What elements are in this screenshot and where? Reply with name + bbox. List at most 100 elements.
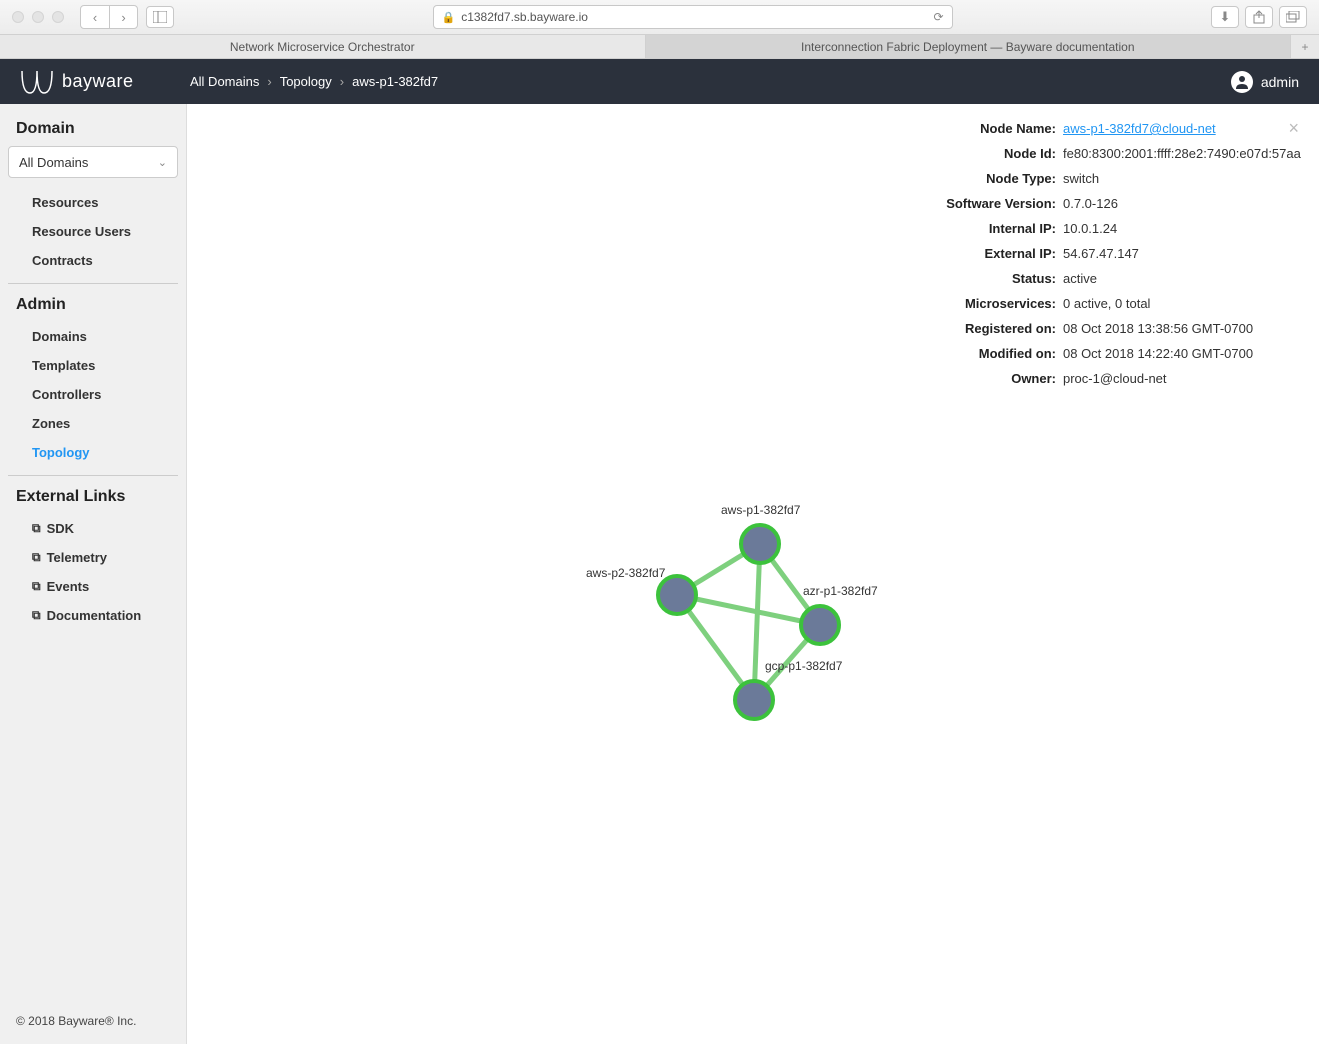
details-row: Node Type:switch (883, 166, 1303, 191)
domain-select[interactable]: All Domains ⌄ (8, 146, 178, 178)
external-link-icon: ⧉ (32, 550, 41, 565)
new-tab-button[interactable]: + (1291, 35, 1319, 58)
ext-link-events[interactable]: ⧉Events (0, 572, 186, 601)
topology-node-aws-p1[interactable]: aws-p1-382fd7 (739, 523, 781, 565)
downloads-button[interactable]: ⬇ (1211, 6, 1239, 28)
ext-link-documentation[interactable]: ⧉Documentation (0, 601, 186, 630)
username: admin (1261, 74, 1299, 90)
tabs-button[interactable] (1279, 6, 1307, 28)
logo-text: bayware (62, 71, 134, 92)
details-value: 0.7.0-126 (1063, 196, 1118, 211)
details-row: Software Version:0.7.0-126 (883, 191, 1303, 216)
logo-icon (20, 69, 54, 95)
sidebar-item-topology[interactable]: Topology (0, 438, 186, 467)
back-button[interactable]: ‹ (81, 6, 109, 28)
sidebar-item-resources[interactable]: Resources (0, 188, 186, 217)
details-row: Internal IP:10.0.1.24 (883, 216, 1303, 241)
breadcrumb-item-0[interactable]: All Domains (190, 74, 259, 89)
tab-label: Network Microservice Orchestrator (230, 40, 415, 54)
sidebar-toggle-button[interactable] (146, 6, 174, 28)
section-admin: Admin (0, 292, 186, 322)
details-label: External IP: (883, 246, 1063, 261)
topology-node-azr-p1[interactable]: azr-p1-382fd7 (799, 604, 841, 646)
close-window[interactable] (12, 11, 24, 23)
topology-graph[interactable]: aws-p1-382fd7 azr-p1-382fd7 aws-p2-382fd… (587, 444, 987, 744)
external-link-icon: ⧉ (32, 608, 41, 623)
sidebar-item-contracts[interactable]: Contracts (0, 246, 186, 275)
close-icon[interactable]: × (1288, 118, 1299, 139)
sidebar-item-resource-users[interactable]: Resource Users (0, 217, 186, 246)
details-label: Internal IP: (883, 221, 1063, 236)
divider (8, 283, 178, 284)
lock-icon: 🔒 (442, 11, 456, 24)
browser-chrome: ‹ › 🔒 c1382fd7.sb.bayware.io ⟳ ⬇ (0, 0, 1319, 35)
ext-link-telemetry[interactable]: ⧉Telemetry (0, 543, 186, 572)
details-value: switch (1063, 171, 1099, 186)
details-value: 54.67.47.147 (1063, 246, 1139, 261)
details-label: Node Type: (883, 171, 1063, 186)
avatar-icon (1231, 71, 1253, 93)
node-details-panel: × Node Name:aws-p1-382fd7@cloud-netNode … (883, 116, 1303, 391)
minimize-window[interactable] (32, 11, 44, 23)
sidebar: Domain All Domains ⌄ Resources Resource … (0, 104, 187, 1044)
details-row: Node Id:fe80:8300:2001:ffff:28e2:7490:e0… (883, 141, 1303, 166)
details-row: Modified on:08 Oct 2018 14:22:40 GMT-070… (883, 341, 1303, 366)
footer-text: © 2018 Bayware® Inc. (16, 1014, 136, 1028)
details-value: 10.0.1.24 (1063, 221, 1117, 236)
external-link-icon: ⧉ (32, 521, 41, 536)
section-domain: Domain (0, 116, 186, 146)
breadcrumb: All Domains › Topology › aws-p1-382fd7 (190, 74, 438, 89)
details-label: Microservices: (883, 296, 1063, 311)
details-value: 08 Oct 2018 14:22:40 GMT-0700 (1063, 346, 1253, 361)
browser-tab-1[interactable]: Interconnection Fabric Deployment — Bayw… (646, 35, 1292, 58)
details-label: Status: (883, 271, 1063, 286)
main-content: aws-p1-382fd7 azr-p1-382fd7 aws-p2-382fd… (187, 104, 1319, 1044)
details-row: Status:active (883, 266, 1303, 291)
breadcrumb-item-2[interactable]: aws-p1-382fd7 (352, 74, 438, 89)
window-controls (12, 11, 64, 23)
address-bar[interactable]: 🔒 c1382fd7.sb.bayware.io ⟳ (433, 5, 953, 29)
details-row: External IP:54.67.47.147 (883, 241, 1303, 266)
external-link-icon: ⧉ (32, 579, 41, 594)
graph-edges (587, 444, 987, 744)
sidebar-item-controllers[interactable]: Controllers (0, 380, 186, 409)
details-value[interactable]: aws-p1-382fd7@cloud-net (1063, 121, 1216, 136)
url-text: c1382fd7.sb.bayware.io (461, 10, 588, 24)
tab-label: Interconnection Fabric Deployment — Bayw… (801, 40, 1135, 54)
details-row: Microservices:0 active, 0 total (883, 291, 1303, 316)
nav-buttons: ‹ › (80, 5, 138, 29)
section-external: External Links (0, 484, 186, 514)
ext-link-sdk[interactable]: ⧉SDK (0, 514, 186, 543)
details-label: Modified on: (883, 346, 1063, 361)
user-menu[interactable]: admin (1231, 71, 1299, 93)
domain-select-value: All Domains (19, 155, 88, 170)
details-row: Registered on:08 Oct 2018 13:38:56 GMT-0… (883, 316, 1303, 341)
details-label: Node Name: (883, 121, 1063, 136)
details-label: Registered on: (883, 321, 1063, 336)
sidebar-item-domains[interactable]: Domains (0, 322, 186, 351)
details-value: 0 active, 0 total (1063, 296, 1150, 311)
forward-button[interactable]: › (109, 6, 137, 28)
sidebar-item-zones[interactable]: Zones (0, 409, 186, 438)
app-header: bayware All Domains › Topology › aws-p1-… (0, 59, 1319, 104)
details-value: 08 Oct 2018 13:38:56 GMT-0700 (1063, 321, 1253, 336)
details-label: Owner: (883, 371, 1063, 386)
sidebar-item-templates[interactable]: Templates (0, 351, 186, 380)
chevron-right-icon: › (267, 74, 271, 89)
chevron-right-icon: › (340, 74, 344, 89)
maximize-window[interactable] (52, 11, 64, 23)
details-value: fe80:8300:2001:ffff:28e2:7490:e07d:57aa (1063, 146, 1301, 161)
topology-node-gcp-p1[interactable]: gcp-p1-382fd7 (733, 679, 775, 721)
details-label: Software Version: (883, 196, 1063, 211)
details-value: active (1063, 271, 1097, 286)
topology-node-aws-p2[interactable]: aws-p2-382fd7 (656, 574, 698, 616)
divider (8, 475, 178, 476)
browser-tab-0[interactable]: Network Microservice Orchestrator (0, 35, 646, 58)
toolbar-buttons: ⬇ (1211, 6, 1307, 28)
logo[interactable]: bayware (20, 69, 190, 95)
breadcrumb-item-1[interactable]: Topology (280, 74, 332, 89)
details-row: Owner:proc-1@cloud-net (883, 366, 1303, 391)
details-row: Node Name:aws-p1-382fd7@cloud-net (883, 116, 1303, 141)
reload-icon[interactable]: ⟳ (933, 10, 943, 24)
share-button[interactable] (1245, 6, 1273, 28)
